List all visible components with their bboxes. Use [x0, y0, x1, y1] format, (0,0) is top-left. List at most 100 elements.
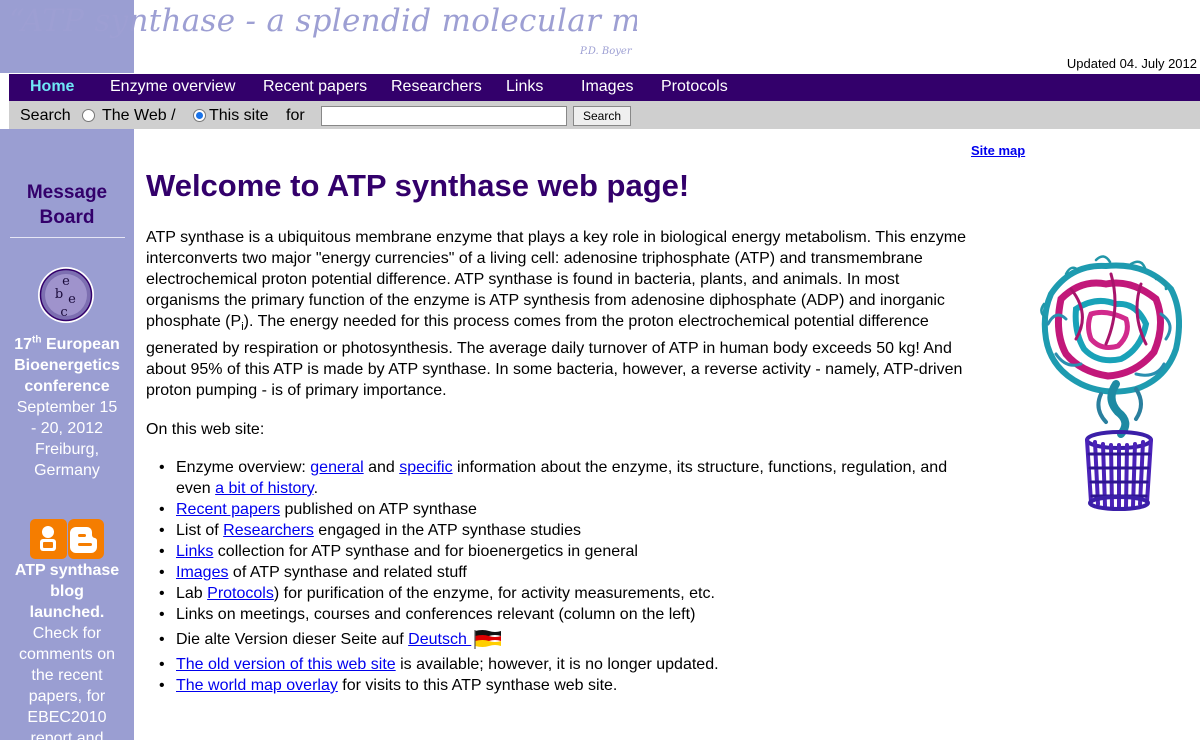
- message-board-link[interactable]: Message Board: [0, 180, 134, 230]
- conf-line-2: Bioenergetics: [14, 357, 120, 375]
- intro-line-6: generated by respiration or photosynthes…: [146, 340, 952, 358]
- conf-line-4: September 15: [16, 399, 118, 417]
- radio-this-site[interactable]: [193, 109, 206, 122]
- search-label: Search: [20, 107, 71, 124]
- li4-text: of ATP synthase and related stuff: [228, 564, 467, 581]
- message-board-line-2[interactable]: Board: [40, 207, 95, 228]
- sidebar-divider: [10, 237, 125, 238]
- list-item-protocols: Lab Protocols) for purification of the e…: [146, 583, 1031, 604]
- blog-line-9: report and: [30, 730, 104, 740]
- intro-line-4: organisms the primary function of the en…: [146, 292, 945, 309]
- sidebar: Message Board e b e c 17th European Bioe…: [0, 129, 134, 740]
- intro-line-2: interconverts two major "energy currenci…: [146, 250, 923, 267]
- blog-line-5: comments on: [18, 646, 116, 663]
- blog-info[interactable]: ATP synthase blog launched. Check for co…: [0, 560, 134, 740]
- intro-line-3: electrochemical proton potential differe…: [146, 271, 900, 288]
- blog-line-2: blog: [50, 583, 84, 600]
- li7-prefix: Die alte Version dieser Seite auf: [176, 631, 409, 648]
- updated-date: Updated 04. July 2012: [1066, 56, 1197, 71]
- radio-the-web[interactable]: [82, 109, 95, 122]
- banner-author: P.D. Boyer: [580, 46, 632, 57]
- nav-recent-papers[interactable]: Recent papers: [263, 78, 367, 96]
- conf-line-5: - 20, 2012: [30, 420, 104, 438]
- ebec-logo-icon[interactable]: e b e c: [37, 266, 95, 324]
- page-title: Welcome to ATP synthase web page!: [146, 168, 690, 203]
- list-item-enzyme-overview: Enzyme overview: general and specific in…: [146, 457, 1031, 499]
- list-item-meetings: Links on meetings, courses and conferenc…: [146, 604, 1031, 625]
- conf-line-1-sup: th: [32, 335, 42, 346]
- ebec-letter-e1: e: [62, 274, 70, 289]
- list-item-old-version: The old version of this web site is avai…: [146, 654, 1031, 675]
- intro-line-5a: phosphate (P: [146, 313, 242, 330]
- li2-text: engaged in the ATP synthase studies: [313, 522, 581, 539]
- site-contents-list: Enzyme overview: general and specific in…: [146, 457, 1031, 696]
- radio-the-web-label[interactable]: The Web /: [102, 107, 176, 125]
- ebec-letter-b: b: [55, 287, 63, 302]
- li8-text: is available; however, it is no longer u…: [395, 656, 719, 673]
- conf-line-6: Freiburg,: [34, 441, 100, 459]
- search-bar: Search The Web / This site for Search: [9, 101, 1200, 129]
- search-for-label: for: [286, 107, 305, 124]
- link-general[interactable]: general: [310, 459, 363, 476]
- link-deutsch[interactable]: Deutsch: [408, 631, 471, 648]
- link-world-map[interactable]: The world map overlay: [176, 677, 338, 694]
- conf-line-3: conference: [24, 378, 110, 396]
- intro-paragraph: ATP synthase is a ubiquitous membrane en…: [146, 227, 1031, 401]
- blog-line-4: Check for: [32, 625, 102, 642]
- intro-line-5: phosphate (Pi). The energy needed for th…: [146, 311, 1031, 338]
- nav-researchers[interactable]: Researchers: [391, 78, 482, 96]
- nav-links[interactable]: Links: [506, 78, 543, 96]
- site-map-link[interactable]: Site map: [971, 143, 1025, 158]
- intro-line-7: about 95% of this ATP is made by ATP syn…: [146, 361, 963, 379]
- german-flag-icon[interactable]: [473, 629, 503, 649]
- list-item-world-map: The world map overlay for visits to this…: [146, 675, 1031, 696]
- link-images[interactable]: Images: [176, 564, 228, 581]
- list-item-links: Links collection for ATP synthase and fo…: [146, 541, 1031, 562]
- banner-title: “ATP synthase - a splendid molecular mac…: [9, 3, 637, 39]
- nav-images[interactable]: Images: [581, 78, 633, 96]
- li0-text-c: information about the enzyme, its struct…: [452, 459, 948, 476]
- list-item-researchers: List of Researchers engaged in the ATP s…: [146, 520, 1031, 541]
- on-site-heading: On this web site:: [146, 421, 265, 438]
- conf-line-1-num: 17: [14, 336, 33, 354]
- blogger-icon[interactable]: [30, 519, 104, 559]
- intro-line-5b: ). The energy needed for this process co…: [243, 313, 929, 330]
- nav-enzyme-overview[interactable]: Enzyme overview: [110, 78, 235, 96]
- li0-text-b: and: [363, 459, 400, 476]
- li5-text: ) for purification of the enzyme, for ac…: [273, 585, 715, 602]
- link-researchers[interactable]: Researchers: [223, 522, 314, 539]
- blog-line-6: the recent: [31, 667, 103, 684]
- li2-prefix: List of: [176, 522, 224, 539]
- blog-line-3: launched.: [29, 604, 105, 621]
- conf-line-7: Germany: [34, 462, 100, 480]
- li3-text: collection for ATP synthase and for bioe…: [213, 543, 638, 560]
- intro-line-1: ATP synthase is a ubiquitous membrane en…: [146, 229, 966, 246]
- li0-text-a: Enzyme overview:: [176, 459, 311, 476]
- li6-text: Links on meetings, courses and conferenc…: [176, 606, 696, 623]
- li9-text: for visits to this ATP synthase web site…: [337, 677, 618, 694]
- link-specific[interactable]: specific: [399, 459, 452, 476]
- ebec-letter-e2: e: [68, 292, 76, 307]
- atp-synthase-molecule-image: [1040, 255, 1182, 511]
- link-history[interactable]: a bit of history: [215, 480, 313, 497]
- search-button[interactable]: Search: [573, 106, 631, 126]
- link-old-version[interactable]: The old version of this web site: [176, 656, 396, 673]
- link-links[interactable]: Links: [176, 543, 213, 560]
- search-input[interactable]: [321, 106, 567, 126]
- message-board-line-1[interactable]: Message: [27, 182, 107, 203]
- nav-protocols[interactable]: Protocols: [661, 78, 728, 96]
- intro-line-8: proton pumping - is of primary importanc…: [146, 382, 447, 400]
- list-item-recent-papers: Recent papers published on ATP synthase: [146, 499, 1031, 520]
- blog-line-7: papers, for: [28, 688, 106, 705]
- link-protocols[interactable]: Protocols: [207, 585, 274, 602]
- blog-line-8: EBEC2010: [27, 709, 107, 726]
- conference-info[interactable]: 17th European Bioenergetics conference S…: [0, 330, 134, 481]
- li5-prefix: Lab: [176, 585, 208, 602]
- li1-text: published on ATP synthase: [280, 501, 477, 518]
- link-recent-papers[interactable]: Recent papers: [176, 501, 280, 518]
- ebec-letter-c: c: [60, 305, 67, 320]
- header-banner: “ATP synthase - a splendid molecular mac…: [0, 0, 637, 73]
- nav-home[interactable]: Home: [30, 78, 74, 96]
- list-item-deutsch: Die alte Version dieser Seite auf Deutsc…: [146, 625, 1031, 654]
- radio-this-site-label[interactable]: This site: [209, 107, 269, 125]
